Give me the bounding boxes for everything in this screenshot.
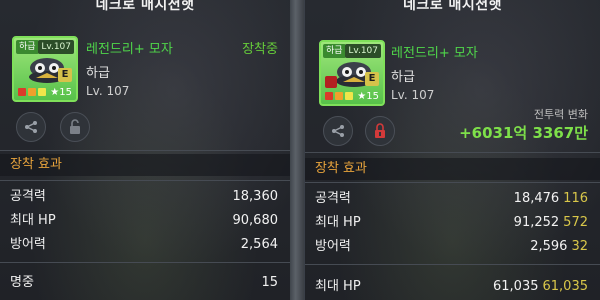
- stat-name: 최대 HP: [315, 279, 361, 294]
- star-force-count: ★15: [50, 87, 72, 98]
- item-grade: 하급: [86, 66, 110, 81]
- item-name: 레전드리+ 모자: [86, 42, 173, 57]
- lock-toggle-button[interactable]: [365, 116, 395, 146]
- stat-value: 18,360: [232, 189, 279, 204]
- stat-name: 최대 HP: [315, 215, 361, 230]
- lock-toggle-button[interactable]: [60, 112, 90, 142]
- share-icon: [332, 125, 344, 137]
- equipped-status: 장착중: [242, 42, 278, 57]
- item-title: 네크로 매지션햇: [95, 0, 195, 13]
- item-level: Lv. 107: [391, 88, 435, 102]
- equip-badge: E: [365, 72, 379, 86]
- item-name: 레전드리+ 모자: [391, 46, 478, 61]
- stat-row: 최대 HP 90,680: [0, 210, 290, 232]
- stat-bonus: 61,035: [542, 279, 589, 294]
- stat-bonus: 32: [571, 239, 588, 254]
- stat-bonus: 572: [563, 215, 588, 230]
- stat-row: 최대 HP 61,035 61,035: [305, 276, 600, 298]
- stat-value: 61,035 61,035: [493, 279, 589, 294]
- stat-value: 2,596 32: [530, 239, 588, 254]
- stat-name: 최대 HP: [10, 213, 56, 228]
- stat-name: 공격력: [315, 191, 351, 206]
- stat-value: 91,252 572: [513, 215, 588, 230]
- divider-line: [0, 150, 290, 151]
- stat-row: 방어력 2,564: [0, 234, 290, 256]
- stat-row: 공격력 18,360: [0, 186, 290, 208]
- stat-row: 방어력 2,596 32: [305, 236, 600, 258]
- level-tag: Lv.107: [38, 40, 74, 54]
- lock-icon: [375, 123, 385, 138]
- panel-divider: [290, 0, 304, 300]
- stat-row: 명중 15: [0, 272, 290, 294]
- item-tooltip-equipped: 네크로 매지션햇 하급 Lv.107 E ★15 레전드리+ 모자 장착중 하급…: [0, 0, 290, 300]
- stat-name: 명중: [10, 275, 34, 290]
- potential-dots: [325, 92, 353, 100]
- grade-tag: 하급: [323, 44, 346, 58]
- star-force-count: ★15: [357, 91, 379, 102]
- stat-value: 15: [261, 275, 278, 290]
- stat-value: 2,564: [240, 237, 278, 252]
- equip-badge: E: [58, 68, 72, 82]
- item-title: 네크로 매지션햇: [402, 0, 503, 13]
- stat-name: 방어력: [315, 239, 351, 254]
- combat-power-label: 전투력 변화: [533, 108, 588, 121]
- level-tag: Lv.107: [345, 44, 381, 58]
- divider-line: [0, 180, 290, 181]
- item-icon-box: 하급 Lv.107 E ★15: [12, 36, 78, 102]
- stat-value: 18,476 116: [513, 191, 588, 206]
- unlock-icon: [70, 119, 80, 134]
- stat-value: 90,680: [232, 213, 279, 228]
- item-tooltip-compare: 네크로 매지션햇 하급 Lv.107 E ★15 레전드리+ 모자 하급 Lv.…: [304, 0, 600, 300]
- stat-name: 공격력: [10, 189, 46, 204]
- divider-line: [305, 182, 600, 183]
- potential-dots: [18, 88, 46, 96]
- divider-line: [0, 262, 290, 263]
- divider-line: [305, 152, 600, 153]
- equip-effect-header: 장착 효과: [0, 154, 290, 176]
- equip-effect-header: 장착 효과: [305, 158, 600, 180]
- share-icon: [25, 121, 37, 133]
- stat-row: 최대 HP 91,252 572: [305, 212, 600, 234]
- lock-badge-icon: [325, 76, 337, 88]
- item-grade: 하급: [391, 70, 415, 85]
- share-button[interactable]: [16, 112, 46, 142]
- item-icon-box: 하급 Lv.107 E ★15: [319, 40, 385, 106]
- stat-bonus: 116: [563, 191, 588, 206]
- item-level: Lv. 107: [86, 84, 130, 98]
- grade-tag: 하급: [16, 40, 39, 54]
- share-button[interactable]: [323, 116, 353, 146]
- combat-power-change: +6031억 3367만: [459, 124, 588, 142]
- divider-line: [305, 264, 600, 265]
- stat-name: 방어력: [10, 237, 46, 252]
- stat-row: 공격력 18,476 116: [305, 188, 600, 210]
